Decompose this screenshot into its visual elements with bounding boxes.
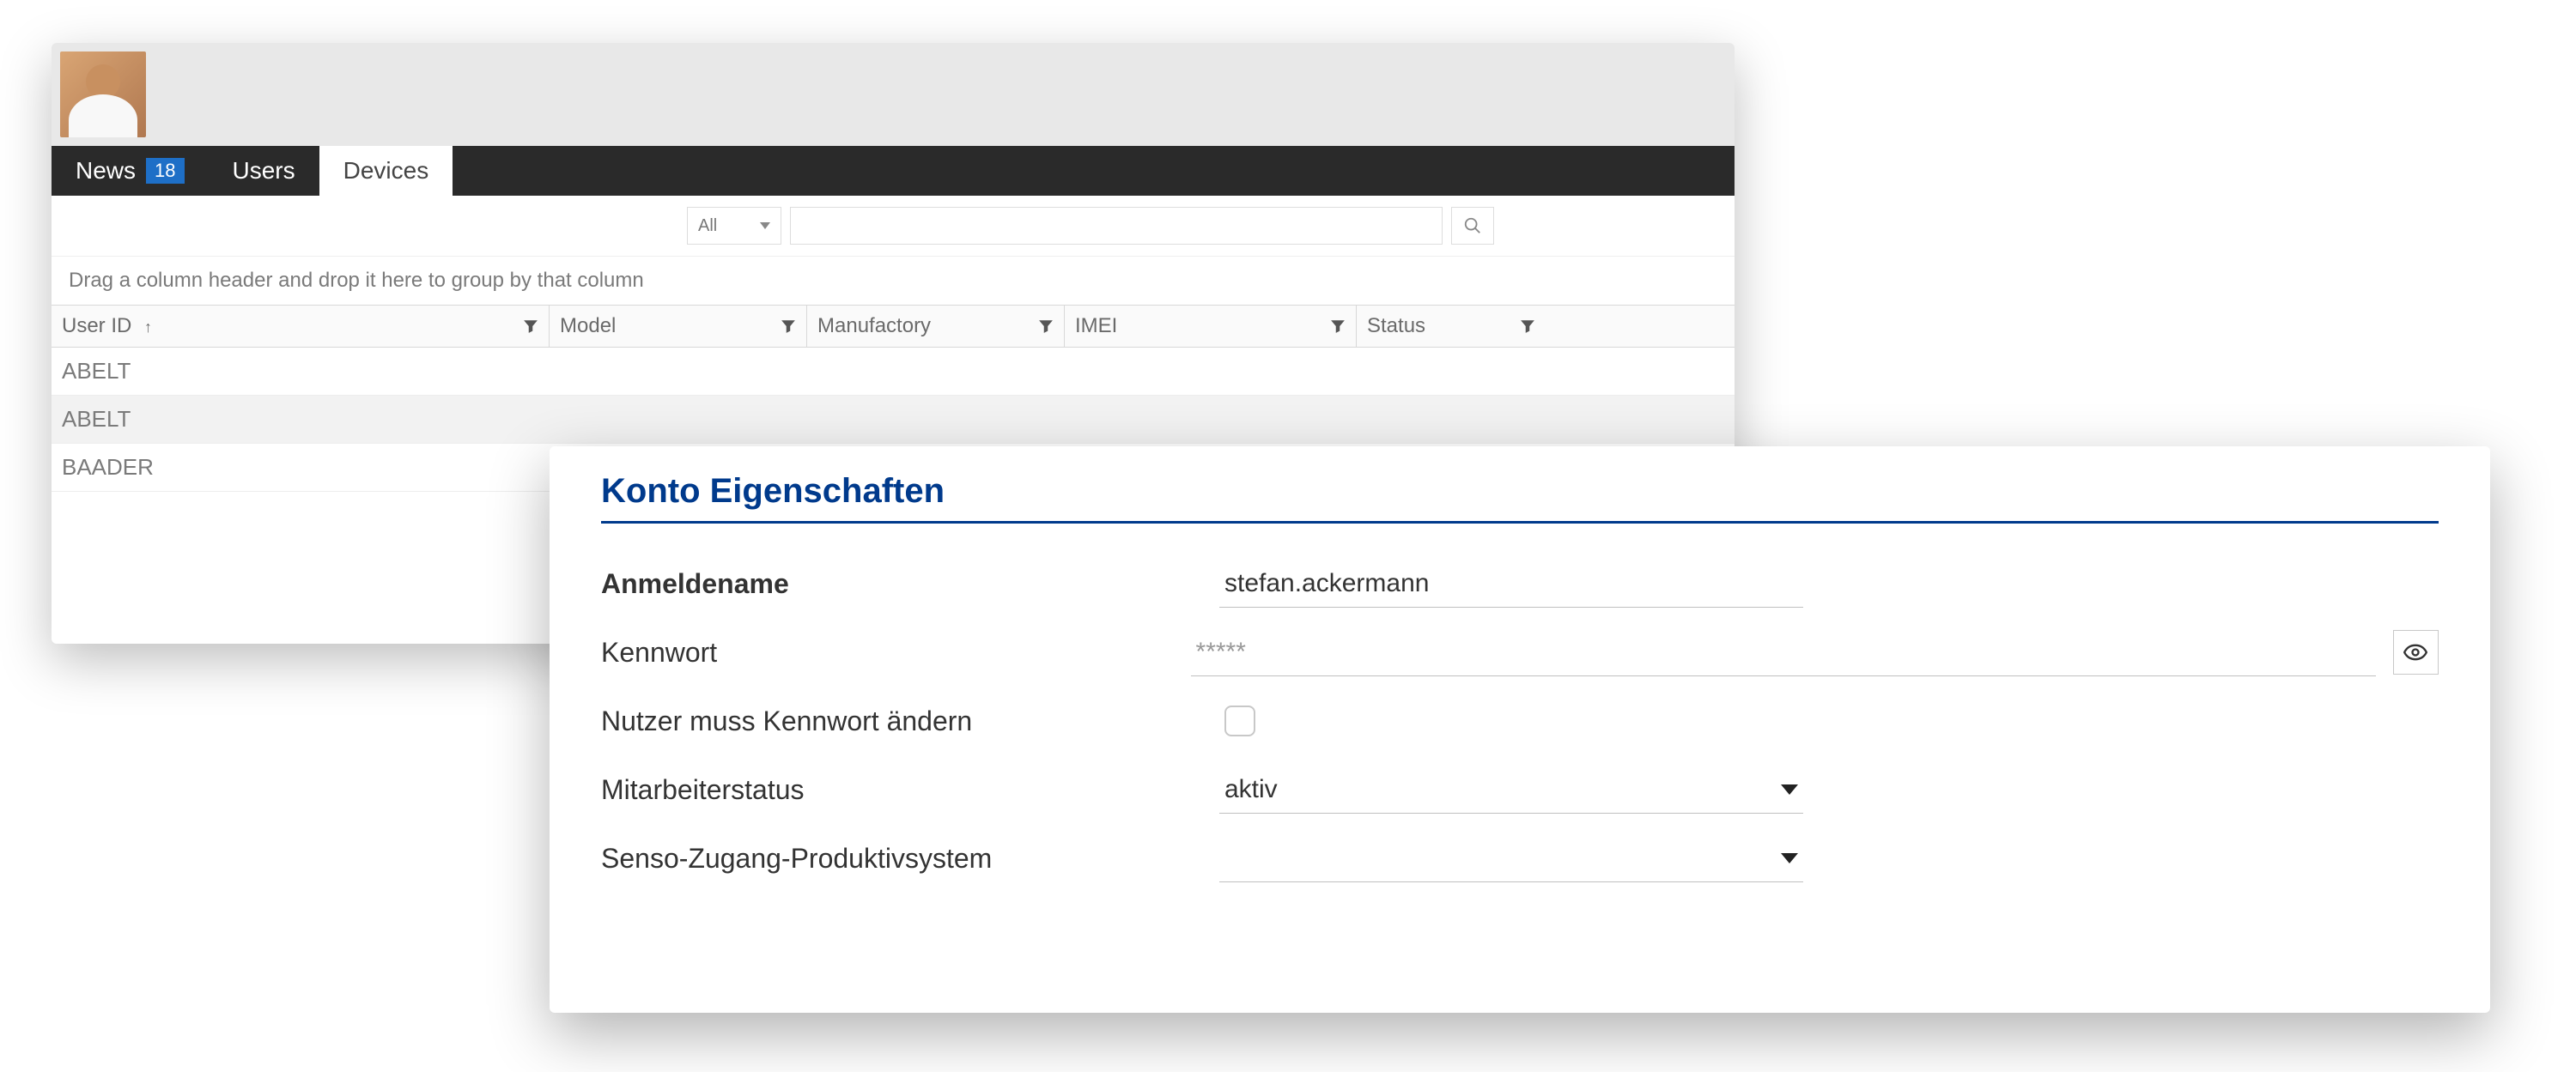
row-senso: Senso-Zugang-Produktivsystem [601, 824, 2439, 893]
mustchange-checkbox[interactable] [1224, 706, 1255, 736]
status-label: Mitarbeiterstatus [601, 774, 1219, 806]
eye-icon [2403, 644, 2427, 661]
tab-users[interactable]: Users [209, 146, 319, 196]
row-mustchange: Nutzer muss Kennwort ändern [601, 687, 2439, 755]
column-label: Status [1367, 314, 1425, 338]
filter-icon[interactable] [1330, 318, 1346, 334]
chevron-down-icon [1781, 853, 1798, 863]
column-model[interactable]: Model [550, 306, 807, 347]
avatar[interactable] [60, 51, 146, 137]
status-select[interactable]: aktiv [1219, 766, 1803, 814]
header-bar [52, 43, 1735, 146]
search-button[interactable] [1451, 207, 1494, 245]
filter-icon[interactable] [1038, 318, 1054, 334]
column-label: User ID [62, 314, 131, 337]
username-label: Anmeldename [601, 568, 1219, 600]
status-value: aktiv [1224, 775, 1278, 804]
tab-bar: News 18 Users Devices [52, 146, 1735, 196]
table-row[interactable]: ABELT [52, 396, 1735, 444]
row-username: Anmeldename stefan.ackermann [601, 549, 2439, 618]
tab-news[interactable]: News 18 [52, 146, 209, 196]
username-value: stefan.ackermann [1224, 569, 1429, 598]
filter-dropdown[interactable]: All [687, 207, 781, 245]
account-properties-panel: Konto Eigenschaften Anmeldename stefan.a… [550, 446, 2490, 1013]
filter-icon[interactable] [1520, 318, 1535, 334]
senso-select[interactable] [1219, 834, 1803, 882]
filter-row: All [52, 196, 1735, 256]
column-userid[interactable]: User ID ↑ [52, 306, 550, 347]
row-password: Kennwort ***** [601, 618, 2439, 687]
column-imei[interactable]: IMEI [1065, 306, 1357, 347]
column-label: Model [560, 314, 616, 338]
reveal-password-button[interactable] [2393, 630, 2439, 675]
table-row[interactable]: ABELT [52, 348, 1735, 396]
panel-title: Konto Eigenschaften [601, 472, 2439, 524]
tab-devices[interactable]: Devices [319, 146, 453, 196]
search-input[interactable] [790, 207, 1443, 245]
mustchange-label: Nutzer muss Kennwort ändern [601, 706, 1219, 737]
tab-label: Users [233, 157, 295, 185]
chevron-down-icon [760, 222, 770, 229]
password-label: Kennwort [601, 637, 1191, 669]
tab-label: News [76, 157, 136, 185]
dropdown-value: All [698, 216, 717, 236]
column-manufactory[interactable]: Manufactory [807, 306, 1065, 347]
column-status[interactable]: Status [1357, 306, 1546, 347]
password-value: ***** [1196, 638, 1246, 667]
search-icon [1463, 216, 1482, 235]
column-label: IMEI [1075, 314, 1117, 338]
filter-icon[interactable] [523, 318, 538, 334]
filter-icon[interactable] [781, 318, 796, 334]
chevron-down-icon [1781, 784, 1798, 795]
tab-label: Devices [343, 157, 429, 185]
news-badge: 18 [146, 158, 184, 184]
username-field[interactable]: stefan.ackermann [1219, 560, 1803, 608]
senso-label: Senso-Zugang-Produktivsystem [601, 843, 1219, 875]
grid-header: User ID ↑ Model Manufactory IMEI Status [52, 305, 1735, 348]
password-field[interactable]: ***** [1191, 628, 2376, 676]
group-hint[interactable]: Drag a column header and drop it here to… [52, 256, 1735, 305]
column-label: Manufactory [817, 314, 931, 338]
sort-asc-icon: ↑ [144, 318, 152, 336]
row-status: Mitarbeiterstatus aktiv [601, 755, 2439, 824]
